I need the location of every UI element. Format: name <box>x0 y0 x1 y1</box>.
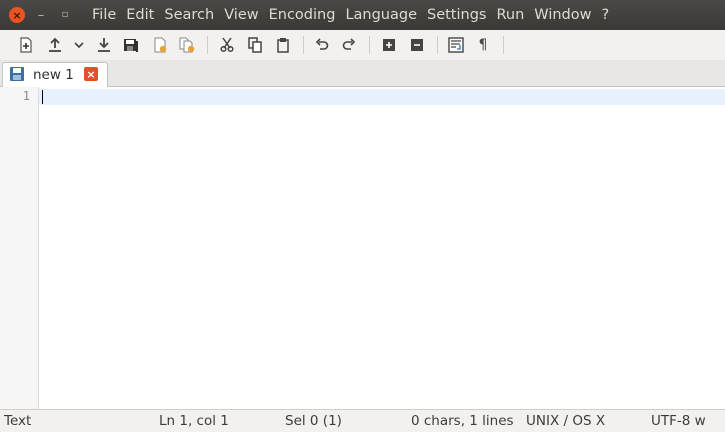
line-number: 1 <box>22 89 30 103</box>
tab-close-icon[interactable]: × <box>84 67 98 81</box>
save-icon[interactable] <box>95 36 113 54</box>
toolbar-separator <box>303 36 304 54</box>
tab-bar: new 1 × <box>0 60 725 87</box>
toolbar: ¶ <box>0 30 725 61</box>
menu-search[interactable]: Search <box>164 7 214 23</box>
menu-settings[interactable]: Settings <box>427 7 486 23</box>
line-number-gutter: 1 <box>0 87 39 409</box>
toolbar-separator <box>503 36 504 54</box>
save-all-icon[interactable] <box>122 36 140 54</box>
zoom-in-icon[interactable] <box>380 36 398 54</box>
menu-run[interactable]: Run <box>496 7 524 23</box>
paste-icon[interactable] <box>274 36 292 54</box>
window-close-button[interactable]: × <box>9 7 25 23</box>
close-file-icon[interactable] <box>151 36 169 54</box>
status-bar: Text Ln 1, col 1 Sel 0 (1) 0 chars, 1 li… <box>0 409 725 432</box>
title-bar: × – ▫ File Edit Search View Encoding Lan… <box>0 0 725 30</box>
status-encoding: UTF-8 w <box>651 413 706 429</box>
text-caret <box>42 90 43 104</box>
status-counts: 0 chars, 1 lines <box>411 413 514 429</box>
toolbar-separator <box>437 36 438 54</box>
menu-bar: File Edit Search View Encoding Language … <box>92 0 619 30</box>
status-eol-format: UNIX / OS X <box>526 413 606 429</box>
menu-file[interactable]: File <box>92 7 116 23</box>
menu-language[interactable]: Language <box>345 7 417 23</box>
show-all-chars-icon[interactable]: ¶ <box>474 36 492 54</box>
open-file-icon[interactable] <box>46 36 64 54</box>
menu-help[interactable]: ? <box>601 7 609 23</box>
cut-icon[interactable] <box>218 36 236 54</box>
dropdown-arrow-icon[interactable] <box>70 36 88 54</box>
copy-icon[interactable] <box>246 36 264 54</box>
current-line-highlight <box>39 89 725 105</box>
zoom-out-icon[interactable] <box>408 36 426 54</box>
wrap-icon[interactable] <box>447 36 465 54</box>
notepadqq-window: × – ▫ File Edit Search View Encoding Lan… <box>0 0 725 432</box>
new-file-icon[interactable] <box>17 36 35 54</box>
toolbar-separator <box>369 36 370 54</box>
menu-encoding[interactable]: Encoding <box>269 7 336 23</box>
editor-area[interactable]: 1 <box>0 87 725 409</box>
save-icon <box>9 66 25 86</box>
toolbar-separator <box>207 36 208 54</box>
redo-icon[interactable] <box>340 36 358 54</box>
status-selection: Sel 0 (1) <box>285 413 342 429</box>
menu-window[interactable]: Window <box>534 7 591 23</box>
tab-new-1[interactable]: new 1 × <box>2 62 108 87</box>
menu-view[interactable]: View <box>224 7 258 23</box>
status-cursor-position: Ln 1, col 1 <box>159 413 229 429</box>
window-maximize-button[interactable]: ▫ <box>57 7 73 23</box>
status-language: Text <box>4 413 32 429</box>
undo-icon[interactable] <box>313 36 331 54</box>
close-all-icon[interactable] <box>178 36 196 54</box>
menu-edit[interactable]: Edit <box>126 7 154 23</box>
tab-label: new 1 <box>33 67 74 83</box>
window-minimize-button[interactable]: – <box>33 7 49 23</box>
